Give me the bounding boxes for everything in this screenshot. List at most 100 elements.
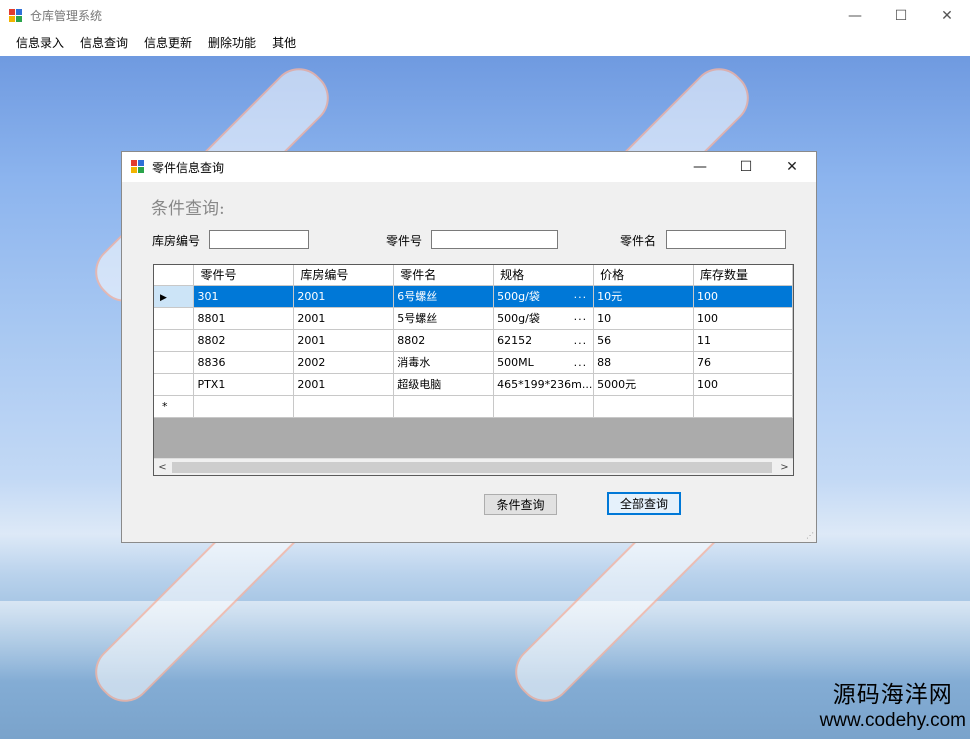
cell-empty[interactable] [493, 395, 595, 418]
row-selector[interactable]: * [154, 395, 195, 418]
cell-part-no[interactable]: 8836 [193, 351, 295, 374]
row-selector[interactable] [154, 373, 195, 396]
child-app-icon [131, 160, 145, 174]
part-no-input[interactable] [431, 230, 558, 249]
menu-info-query[interactable]: 信息查询 [72, 31, 136, 56]
minimize-button[interactable]: — [832, 0, 878, 31]
background-horizon [0, 601, 970, 681]
part-name-label: 零件名 [620, 234, 657, 248]
column-header-qty[interactable]: 库存数量 [693, 265, 793, 286]
cell-warehouse[interactable]: 2002 [293, 351, 395, 374]
spec-text: 500ML [497, 355, 534, 369]
watermark-line2: www.codehy.com [819, 710, 966, 731]
condition-query-heading: 条件查询: [151, 199, 225, 219]
spec-text: 500g/袋 [497, 290, 540, 303]
cell-spec[interactable]: 500g/袋... [493, 285, 595, 308]
scroll-thumb[interactable] [172, 462, 772, 473]
part-name-input[interactable] [666, 230, 786, 249]
menu-delete[interactable]: 删除功能 [200, 31, 264, 56]
column-header-warehouse[interactable]: 库房编号 [293, 265, 395, 286]
cell-warehouse[interactable]: 2001 [293, 285, 395, 308]
cell-qty[interactable]: 100 [693, 307, 793, 330]
table-row[interactable]: PTX1 2001 超级电脑 465*199*236m... 5000元 100 [154, 373, 793, 396]
child-title-bar[interactable]: 零件信息查询 — ☐ ✕ [122, 152, 816, 182]
spec-overflow: ... [573, 310, 588, 323]
cell-qty[interactable]: 100 [693, 285, 793, 308]
cell-empty[interactable] [293, 395, 395, 418]
cell-part-no[interactable]: PTX1 [193, 373, 295, 396]
menu-info-entry[interactable]: 信息录入 [8, 31, 72, 56]
cell-spec[interactable]: 62152... [493, 329, 595, 352]
app-icon [9, 8, 23, 23]
cell-part-name[interactable]: 8802 [393, 329, 495, 352]
cell-price[interactable]: 10元 [593, 285, 695, 308]
table-row[interactable]: ▶ 301 2001 6号螺丝 500g/袋... 10元 100 [154, 285, 793, 308]
cell-warehouse[interactable]: 2001 [293, 329, 395, 352]
scroll-right-icon[interactable]: > [776, 459, 793, 475]
cell-empty[interactable] [593, 395, 695, 418]
child-close-button[interactable]: ✕ [769, 152, 815, 182]
cell-part-name[interactable]: 超级电脑 [393, 373, 495, 396]
cell-part-no[interactable]: 8802 [193, 329, 295, 352]
main-window-title: 仓库管理系统 [30, 9, 103, 23]
cell-part-no[interactable]: 8801 [193, 307, 295, 330]
conditional-query-button[interactable]: 条件查询 [484, 494, 557, 515]
all-query-button[interactable]: 全部查询 [607, 492, 681, 515]
cell-qty[interactable]: 76 [693, 351, 793, 374]
cell-spec[interactable]: 465*199*236m... [493, 373, 595, 396]
spec-text: 500g/袋 [497, 312, 540, 325]
cell-price[interactable]: 10 [593, 307, 695, 330]
table-row[interactable]: 8802 2001 8802 62152... 56 11 [154, 329, 793, 352]
spec-text: 465*199*236m... [497, 377, 593, 391]
table-row[interactable]: 8801 2001 5号螺丝 500g/袋... 10 100 [154, 307, 793, 330]
row-selector[interactable] [154, 351, 195, 374]
column-header-part-name[interactable]: 零件名 [393, 265, 495, 286]
menu-info-update[interactable]: 信息更新 [136, 31, 200, 56]
row-selector[interactable] [154, 307, 195, 330]
main-title-bar[interactable]: 仓库管理系统 — ☐ ✕ [0, 0, 970, 31]
cell-qty[interactable]: 100 [693, 373, 793, 396]
new-row-marker-icon: * [162, 399, 168, 413]
cell-qty[interactable]: 11 [693, 329, 793, 352]
grid-header-row: 零件号 库房编号 零件名 规格 价格 库存数量 [154, 265, 793, 286]
cell-warehouse[interactable]: 2001 [293, 307, 395, 330]
cell-price[interactable]: 88 [593, 351, 695, 374]
cell-part-name[interactable]: 消毒水 [393, 351, 495, 374]
cell-empty[interactable] [393, 395, 495, 418]
child-maximize-button[interactable]: ☐ [723, 152, 769, 182]
parts-data-grid[interactable]: 零件号 库房编号 零件名 规格 价格 库存数量 ▶ 301 2001 6号螺丝 … [153, 264, 794, 476]
part-query-window: 零件信息查询 — ☐ ✕ 条件查询: 库房编号 零件号 零件名 零件号 库房编号… [121, 151, 817, 543]
column-header-part-no[interactable]: 零件号 [193, 265, 295, 286]
cell-warehouse[interactable]: 2001 [293, 373, 395, 396]
child-minimize-button[interactable]: — [677, 152, 723, 182]
warehouse-label: 库房编号 [152, 234, 201, 248]
warehouse-input[interactable] [209, 230, 309, 249]
menu-other[interactable]: 其他 [264, 31, 304, 56]
cell-spec[interactable]: 500g/袋... [493, 307, 595, 330]
cell-spec[interactable]: 500ML... [493, 351, 595, 374]
cell-part-name[interactable]: 6号螺丝 [393, 285, 495, 308]
part-no-label: 零件号 [386, 234, 423, 248]
cell-empty[interactable] [693, 395, 793, 418]
spec-overflow: ... [573, 355, 588, 369]
child-window-title: 零件信息查询 [152, 160, 225, 175]
cell-price[interactable]: 5000元 [593, 373, 695, 396]
cell-price[interactable]: 56 [593, 329, 695, 352]
row-selector[interactable]: ▶ [154, 285, 195, 308]
resize-grip-icon[interactable]: ⋰ [806, 531, 814, 540]
table-row[interactable]: 8836 2002 消毒水 500ML... 88 76 [154, 351, 793, 374]
maximize-button[interactable]: ☐ [878, 0, 924, 31]
site-watermark: 源码海洋网 www.codehy.com [820, 681, 966, 733]
cell-part-name[interactable]: 5号螺丝 [393, 307, 495, 330]
cell-empty[interactable] [193, 395, 295, 418]
close-button[interactable]: ✕ [924, 0, 970, 31]
horizontal-scrollbar[interactable]: < > [154, 458, 793, 475]
cell-part-no[interactable]: 301 [193, 285, 295, 308]
column-header-price[interactable]: 价格 [593, 265, 695, 286]
spec-overflow: ... [573, 333, 588, 347]
row-selector[interactable] [154, 329, 195, 352]
spec-overflow: ... [573, 288, 588, 301]
column-header-spec[interactable]: 规格 [493, 265, 595, 286]
scroll-left-icon[interactable]: < [154, 459, 171, 475]
new-row[interactable]: * [154, 395, 793, 418]
